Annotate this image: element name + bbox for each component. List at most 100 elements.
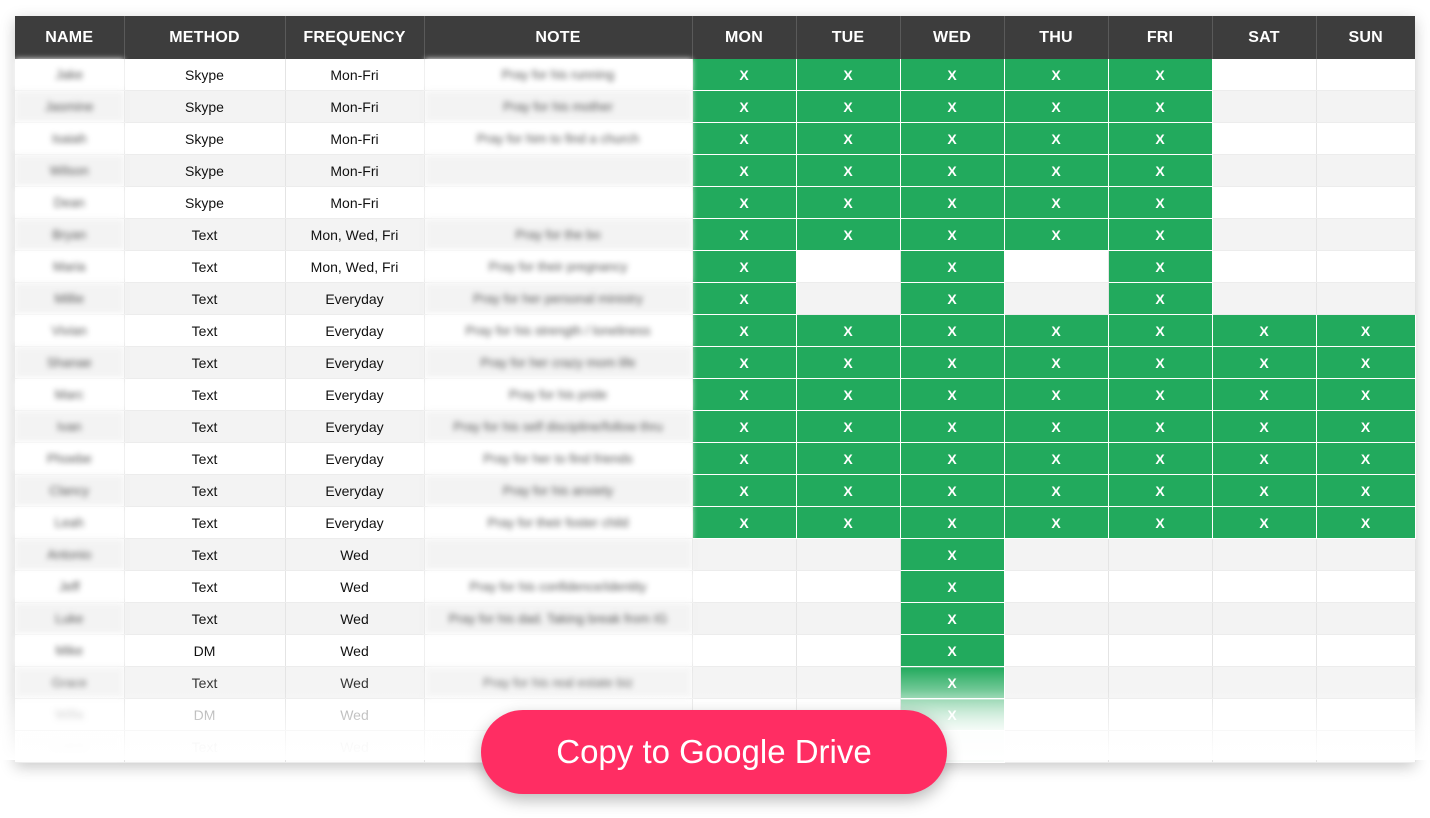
cell-day-sat[interactable]: X (1212, 474, 1317, 507)
cell-day-tue[interactable] (796, 634, 901, 667)
cell-day-thu[interactable]: X (1004, 410, 1109, 443)
cell-name[interactable]: Ivan (15, 410, 125, 443)
cell-day-thu[interactable] (1004, 634, 1109, 667)
cell-method[interactable]: Skype (124, 122, 286, 155)
cell-day-wed[interactable]: X (900, 410, 1005, 443)
cell-day-tue[interactable] (796, 538, 901, 571)
cell-name[interactable]: Jake (15, 59, 125, 91)
cell-day-mon[interactable]: X (692, 218, 797, 251)
cell-day-fri[interactable] (1108, 634, 1213, 667)
cell-day-sat[interactable] (1212, 186, 1317, 219)
cell-frequency[interactable]: Wed (285, 602, 425, 635)
cell-day-fri[interactable]: X (1108, 154, 1213, 187)
cell-day-fri[interactable]: X (1108, 474, 1213, 507)
cell-day-sat[interactable] (1212, 730, 1317, 763)
cell-day-wed[interactable]: X (900, 59, 1005, 91)
cell-method[interactable]: Skype (124, 154, 286, 187)
cell-day-sun[interactable] (1316, 90, 1416, 123)
cell-day-sat[interactable] (1212, 154, 1317, 187)
cell-name[interactable]: Bryan (15, 218, 125, 251)
cell-day-sat[interactable] (1212, 218, 1317, 251)
cell-day-tue[interactable] (796, 570, 901, 603)
cell-method[interactable]: Text (124, 442, 286, 475)
table-row[interactable]: Maria Text Mon, Wed, Fri Pray for their pre… (15, 250, 1416, 283)
cell-frequency[interactable]: Mon-Fri (285, 59, 425, 91)
cell-day-tue[interactable]: X (796, 474, 901, 507)
cell-note[interactable] (424, 154, 693, 187)
cell-day-tue[interactable]: X (796, 506, 901, 539)
cell-day-tue[interactable] (796, 282, 901, 315)
cell-name[interactable]: Maria (15, 250, 125, 283)
cell-day-mon[interactable]: X (692, 442, 797, 475)
cell-method[interactable]: Text (124, 602, 286, 635)
cell-day-mon[interactable]: X (692, 282, 797, 315)
cell-method[interactable]: Text (124, 314, 286, 347)
cell-day-tue[interactable]: X (796, 346, 901, 379)
cell-day-sun[interactable] (1316, 698, 1416, 731)
cell-day-sat[interactable] (1212, 122, 1317, 155)
cell-day-fri[interactable] (1108, 570, 1213, 603)
cell-method[interactable]: Skype (124, 90, 286, 123)
cell-day-wed[interactable]: X (900, 186, 1005, 219)
cell-frequency[interactable]: Mon, Wed, Fri (285, 250, 425, 283)
cell-day-wed[interactable]: X (900, 634, 1005, 667)
cell-day-tue[interactable]: X (796, 186, 901, 219)
cell-day-thu[interactable]: X (1004, 346, 1109, 379)
cell-day-tue[interactable] (796, 602, 901, 635)
cell-frequency[interactable]: Everyday (285, 346, 425, 379)
cell-frequency[interactable]: Everyday (285, 474, 425, 507)
cell-note[interactable]: Pray for his confidence/identity (424, 570, 693, 603)
table-row[interactable]: Antonio Text Wed X (15, 538, 1416, 571)
cell-day-wed[interactable]: X (900, 506, 1005, 539)
cell-day-thu[interactable]: X (1004, 90, 1109, 123)
cell-day-thu[interactable]: X (1004, 218, 1109, 251)
cell-frequency[interactable]: Wed (285, 730, 425, 763)
cell-day-thu[interactable] (1004, 282, 1109, 315)
cell-day-mon[interactable]: X (692, 59, 797, 91)
cell-day-thu[interactable] (1004, 250, 1109, 283)
cell-day-wed[interactable]: X (900, 378, 1005, 411)
table-row[interactable]: Luke Text Wed Pray for his dad. Taking brea… (15, 602, 1416, 635)
cell-day-tue[interactable]: X (796, 218, 901, 251)
cell-day-thu[interactable] (1004, 698, 1109, 731)
cell-note[interactable]: Pray for her personal ministry (424, 282, 693, 315)
cell-frequency[interactable]: Wed (285, 570, 425, 603)
cell-day-wed[interactable]: X (900, 538, 1005, 571)
cell-day-sun[interactable]: X (1316, 410, 1416, 443)
cell-day-tue[interactable]: X (796, 314, 901, 347)
cell-frequency[interactable]: Wed (285, 538, 425, 571)
cell-frequency[interactable]: Everyday (285, 410, 425, 443)
cell-day-fri[interactable]: X (1108, 506, 1213, 539)
cell-frequency[interactable]: Wed (285, 666, 425, 699)
cell-day-sat[interactable] (1212, 634, 1317, 667)
cell-day-fri[interactable]: X (1108, 378, 1213, 411)
cell-day-tue[interactable]: X (796, 59, 901, 91)
cell-method[interactable]: Text (124, 538, 286, 571)
cell-day-sun[interactable]: X (1316, 346, 1416, 379)
cell-day-sat[interactable]: X (1212, 506, 1317, 539)
cell-day-mon[interactable]: X (692, 474, 797, 507)
cell-method[interactable]: Text (124, 218, 286, 251)
table-row[interactable]: Dean Skype Mon-Fri X X X X X (15, 186, 1416, 219)
cell-method[interactable]: Skype (124, 186, 286, 219)
cell-day-fri[interactable]: X (1108, 218, 1213, 251)
cell-name[interactable]: Clancy (15, 474, 125, 507)
cell-day-mon[interactable]: X (692, 250, 797, 283)
cell-method[interactable]: DM (124, 698, 286, 731)
cell-method[interactable]: Text (124, 730, 286, 763)
cell-day-fri[interactable]: X (1108, 122, 1213, 155)
table-row[interactable]: Isaiah Skype Mon-Fri Pray for him to find a… (15, 122, 1416, 155)
cell-note[interactable]: Pray for her crazy mom life (424, 346, 693, 379)
cell-day-sat[interactable] (1212, 698, 1317, 731)
cell-day-mon[interactable]: X (692, 122, 797, 155)
table-row[interactable]: Shanae Text Everyday Pray for her crazy mom… (15, 346, 1416, 379)
cell-method[interactable]: Text (124, 378, 286, 411)
cell-day-wed[interactable]: X (900, 666, 1005, 699)
cell-name[interactable]: Mike (15, 634, 125, 667)
cell-day-wed[interactable]: X (900, 602, 1005, 635)
cell-day-thu[interactable]: X (1004, 474, 1109, 507)
cell-day-thu[interactable]: X (1004, 59, 1109, 91)
cell-frequency[interactable]: Everyday (285, 506, 425, 539)
cell-day-mon[interactable]: X (692, 154, 797, 187)
cell-day-wed[interactable]: X (900, 282, 1005, 315)
